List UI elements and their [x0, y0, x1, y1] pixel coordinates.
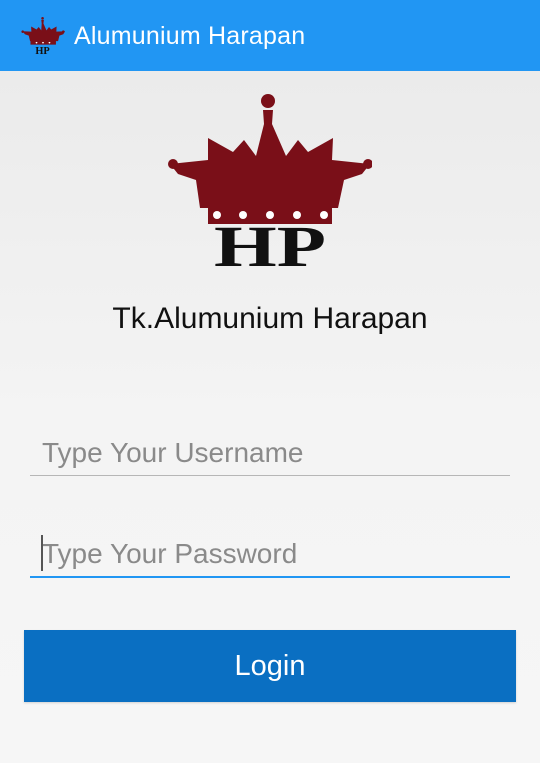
svg-text:HP: HP	[35, 46, 50, 55]
username-input[interactable]	[30, 430, 510, 476]
app-bar: HP Alumunium Harapan	[0, 0, 540, 71]
shop-name: Tk.Alumunium Harapan	[112, 302, 428, 335]
crown-hp-logo-icon: HP	[21, 17, 65, 55]
svg-text:HP: HP	[214, 214, 326, 270]
login-button[interactable]: Login	[24, 630, 516, 702]
crown-hp-logo-icon: HP	[168, 94, 372, 270]
text-cursor	[41, 535, 43, 571]
app-title: Alumunium Harapan	[74, 22, 306, 50]
password-input[interactable]	[30, 532, 510, 578]
